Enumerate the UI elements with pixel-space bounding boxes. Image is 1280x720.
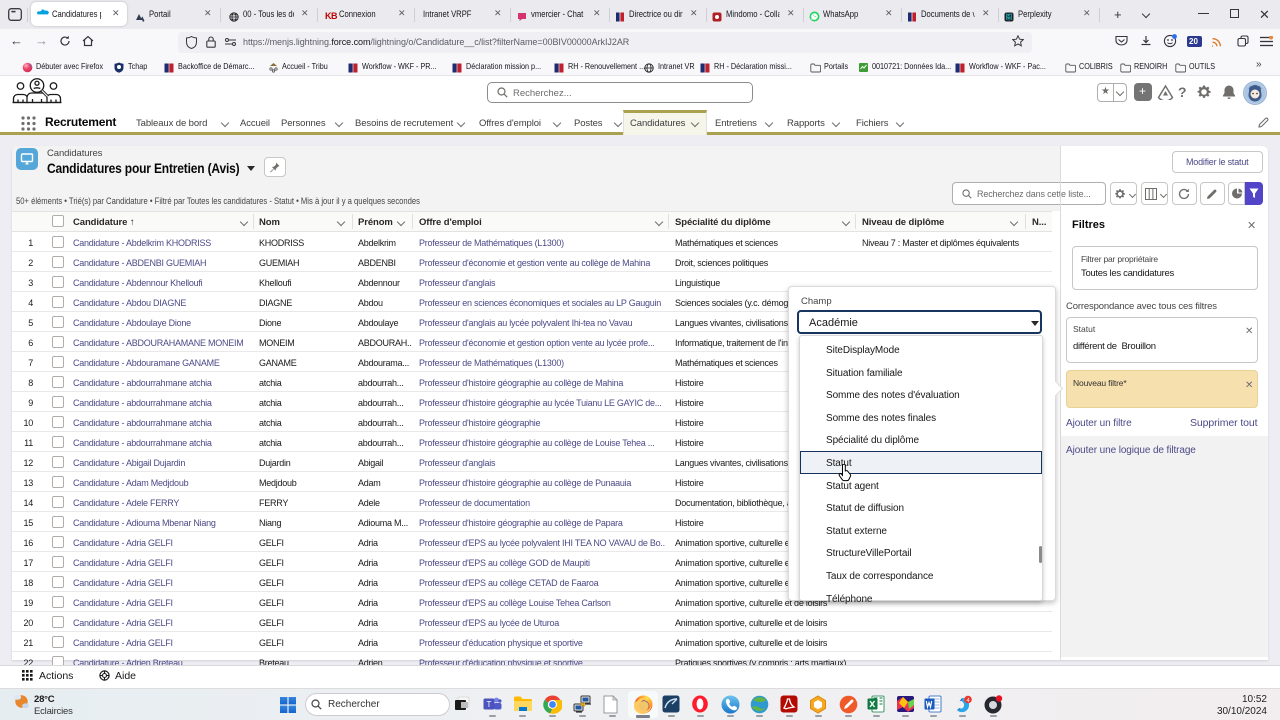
svg-text:4: 4 (966, 698, 969, 704)
svg-text:T: T (487, 700, 492, 709)
